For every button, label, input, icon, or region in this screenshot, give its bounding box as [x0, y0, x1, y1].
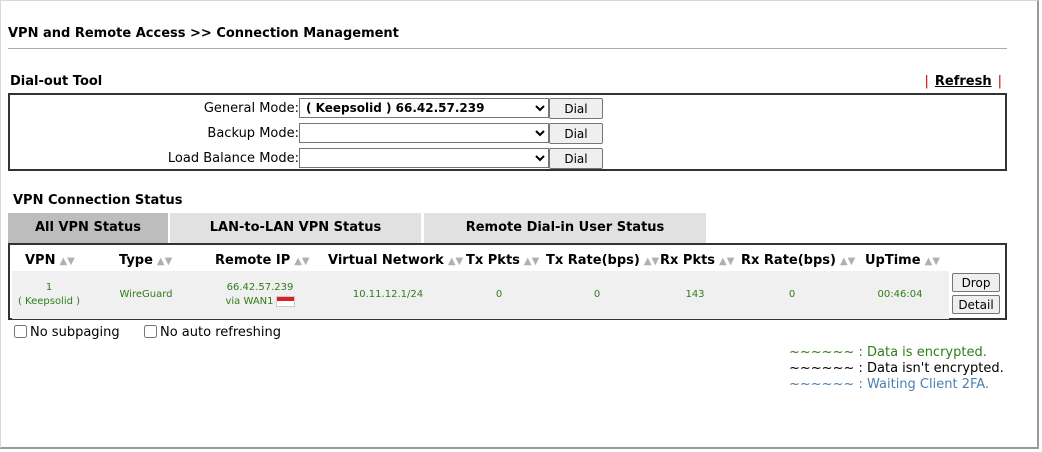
cell-uptime: 00:46:04: [877, 289, 923, 300]
col-header-type[interactable]: Type ▲▼: [119, 253, 172, 268]
col-header-remote-ip[interactable]: Remote IP ▲▼: [215, 253, 310, 268]
sort-icon: ▲▼: [643, 256, 660, 267]
detail-button[interactable]: Detail: [952, 295, 1000, 314]
col-header-rx-rate[interactable]: Rx Rate(bps) ▲▼: [741, 253, 855, 268]
general-dial-button[interactable]: Dial: [549, 98, 603, 119]
tab-all-vpn-status[interactable]: All VPN Status: [8, 213, 168, 243]
title-divider: [8, 48, 1007, 49]
load-balance-mode-label: Load Balance Mode:: [167, 151, 299, 166]
no-auto-refresh-option[interactable]: No auto refreshing: [144, 325, 281, 340]
col-header-vpn[interactable]: VPN ▲▼: [25, 253, 75, 268]
legend-not-encrypted: ~~~~~~ : Data isn't encrypted.: [789, 361, 1004, 376]
backup-mode-label: Backup Mode:: [207, 126, 299, 141]
sort-icon: ▲▼: [59, 256, 75, 267]
no-auto-refresh-checkbox[interactable]: [144, 325, 157, 338]
vpn-number: 1: [45, 282, 53, 293]
remote-ip-value: 66.42.57.239: [226, 282, 294, 293]
general-mode-label: General Mode:: [203, 101, 299, 116]
separator-left: |: [924, 74, 929, 89]
dialout-tool-box: General Mode: ( Keepsolid ) 66.42.57.239…: [8, 93, 1007, 171]
sort-icon: ▲▼: [523, 256, 540, 267]
no-subpaging-option[interactable]: No subpaging: [14, 325, 120, 340]
sort-icon: ▲▼: [447, 256, 464, 267]
load-balance-mode-row: Load Balance Mode: Dial: [10, 148, 1005, 170]
col-header-tx-rate[interactable]: Tx Rate(bps) ▲▼: [546, 253, 659, 268]
refresh-area: | Refresh |: [919, 74, 1009, 89]
separator-right: |: [997, 74, 1002, 89]
cell-tx-rate: 0: [593, 289, 601, 300]
cell-vpn: 1 ( Keepsolid ): [14, 281, 84, 309]
page-title: VPN and Remote Access >> Connection Mana…: [8, 26, 399, 41]
backup-dial-button[interactable]: Dial: [549, 123, 603, 144]
tab-lan-to-lan-vpn-status[interactable]: LAN-to-LAN VPN Status: [170, 213, 421, 243]
sort-icon: ▲▼: [719, 256, 735, 267]
dialout-tool-label: Dial-out Tool: [10, 74, 103, 89]
remote-via-value: via WAN1: [225, 296, 274, 307]
load-balance-dial-button[interactable]: Dial: [549, 148, 603, 169]
sort-icon: ▲▼: [924, 256, 940, 267]
refresh-link[interactable]: Refresh: [935, 74, 992, 89]
col-header-tx-pkts[interactable]: Tx Pkts ▲▼: [466, 253, 539, 268]
general-mode-row: General Mode: ( Keepsolid ) 66.42.57.239…: [10, 98, 1005, 120]
backup-mode-row: Backup Mode: Dial: [10, 123, 1005, 145]
sort-icon: ▲▼: [294, 256, 310, 267]
load-balance-mode-select[interactable]: [299, 148, 549, 168]
sort-icon: ▲▼: [839, 256, 856, 267]
vpn-profile-name: ( Keepsolid ): [17, 296, 81, 307]
no-subpaging-checkbox[interactable]: [14, 325, 27, 338]
general-mode-select[interactable]: ( Keepsolid ) 66.42.57.239: [299, 98, 549, 118]
vpn-status-table: VPN ▲▼ Type ▲▼ Remote IP ▲▼ Virtual Network…: [8, 243, 1007, 320]
cell-type: WireGuard: [119, 289, 173, 300]
cell-rx-rate: 0: [788, 289, 796, 300]
cell-virtual-network: 10.11.12.1/24: [352, 289, 424, 300]
legend-waiting-2fa: ~~~~~~ : Waiting Client 2FA.: [789, 377, 990, 392]
cell-rx-pkts: 143: [685, 289, 705, 300]
drop-button[interactable]: Drop: [952, 273, 1000, 292]
col-header-virtual-network[interactable]: Virtual Network ▲▼: [328, 253, 463, 268]
cell-remote-ip: 66.42.57.239 via WAN1: [210, 281, 310, 309]
backup-mode-select[interactable]: [299, 123, 549, 143]
sort-icon: ▲▼: [156, 256, 173, 267]
tab-remote-dial-in-user-status[interactable]: Remote Dial-in User Status: [424, 213, 706, 243]
col-header-rx-pkts[interactable]: Rx Pkts ▲▼: [660, 253, 734, 268]
legend-encrypted: ~~~~~~ : Data is encrypted.: [789, 345, 987, 360]
singapore-flag-icon: [275, 295, 295, 307]
col-header-uptime[interactable]: UpTime ▲▼: [865, 253, 940, 268]
vpn-connection-status-label: VPN Connection Status: [13, 193, 183, 208]
cell-tx-pkts: 0: [495, 289, 503, 300]
